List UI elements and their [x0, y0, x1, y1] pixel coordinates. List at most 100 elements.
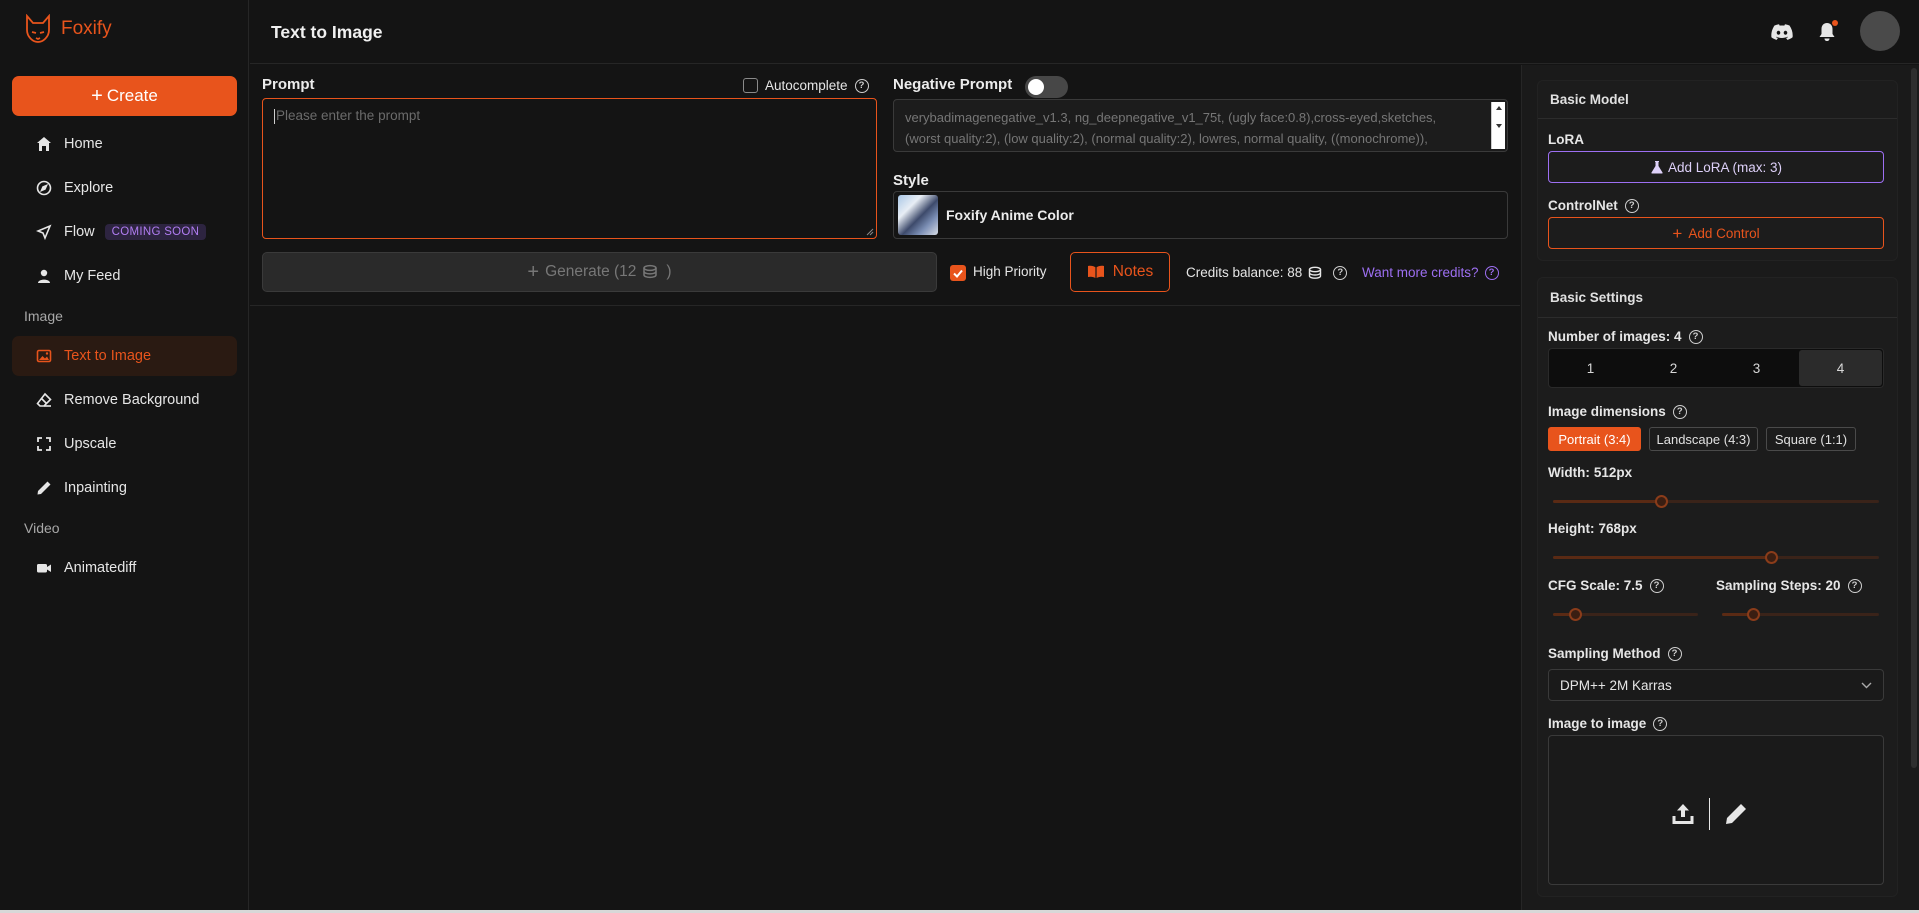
num-images-option-4[interactable]: 4: [1799, 350, 1882, 386]
sidebar-item-remove-background[interactable]: Remove Background: [12, 380, 237, 420]
toggle-knob: [1028, 79, 1044, 95]
num-images-option-1[interactable]: 1: [1549, 349, 1632, 387]
add-lora-button[interactable]: Add LoRA (max: 3): [1548, 151, 1884, 183]
sidebar-item-label: My Feed: [64, 268, 121, 284]
resize-handle-icon[interactable]: [866, 228, 874, 236]
num-images-row: Number of images: 4 ?: [1548, 329, 1703, 344]
help-icon[interactable]: ?: [1649, 578, 1664, 593]
check-icon: [953, 269, 963, 278]
sidebar-item-upscale[interactable]: Upscale: [12, 424, 237, 464]
page-title: Text to Image: [271, 22, 383, 42]
header: Text to Image: [250, 0, 1919, 64]
help-icon[interactable]: ?: [1667, 646, 1682, 661]
sidebar-item-label: Animatediff: [64, 560, 137, 576]
dimension-portrait[interactable]: Portrait (3:4): [1548, 427, 1641, 451]
image-icon: [36, 348, 52, 364]
style-selector[interactable]: Foxify Anime Color: [893, 191, 1508, 239]
dimension-landscape[interactable]: Landscape (4:3): [1649, 427, 1758, 451]
slider-thumb[interactable]: [1655, 495, 1668, 508]
plus-icon: +: [527, 261, 540, 283]
slider-thumb[interactable]: [1569, 608, 1582, 621]
negative-prompt-input[interactable]: verybadimagenegative_v1.3, ng_deepnegati…: [893, 99, 1508, 152]
help-icon[interactable]: ?: [854, 78, 869, 93]
sidebar-item-label: Text to Image: [64, 348, 152, 364]
create-button[interactable]: + Create: [12, 76, 237, 116]
dimensions-label: Image dimensions: [1548, 404, 1666, 419]
avatar[interactable]: [1860, 11, 1900, 51]
close-paren-text: ): [666, 263, 672, 280]
slider-thumb[interactable]: [1765, 551, 1778, 564]
prompt-input[interactable]: Please enter the prompt: [262, 98, 877, 239]
notes-button[interactable]: Notes: [1070, 252, 1170, 292]
upload-actions: [1671, 798, 1748, 830]
slider-thumb[interactable]: [1747, 608, 1760, 621]
sidebar-item-text-to-image[interactable]: Text to Image: [12, 336, 237, 376]
help-icon[interactable]: ?: [1624, 198, 1639, 213]
sidebar-item-label: Inpainting: [64, 480, 127, 496]
sampling-method-label: Sampling Method: [1548, 646, 1661, 661]
bell-icon[interactable]: [1815, 20, 1839, 44]
num-images-label: Number of images: 4: [1548, 329, 1682, 344]
sidebar: Foxify + Create Home Explore Flow COMING…: [0, 0, 249, 910]
want-more-credits-link[interactable]: Want more credits? ?: [1362, 265, 1499, 280]
flask-icon: [1651, 161, 1663, 174]
sidebar-item-my-feed[interactable]: My Feed: [12, 256, 237, 296]
discord-icon[interactable]: [1770, 20, 1794, 44]
compass-icon: [36, 180, 52, 196]
help-icon[interactable]: ?: [1688, 329, 1703, 344]
negative-prompt-label: Negative Prompt: [893, 76, 1013, 93]
cfg-row: CFG Scale: 7.5 ?: [1548, 578, 1664, 593]
credits-balance-label: Credits balance: 88: [1186, 265, 1303, 280]
add-control-button[interactable]: + Add Control: [1548, 217, 1884, 249]
sidebar-item-label: Upscale: [64, 436, 117, 452]
height-slider[interactable]: [1553, 551, 1879, 564]
upload-divider: [1709, 798, 1710, 830]
help-icon[interactable]: ?: [1333, 265, 1348, 280]
logo[interactable]: Foxify: [24, 14, 112, 44]
sidebar-item-animatediff[interactable]: Animatediff: [12, 548, 237, 588]
num-images-option-3[interactable]: 3: [1715, 349, 1798, 387]
textarea-scrollbar[interactable]: [1491, 102, 1505, 149]
width-slider[interactable]: [1553, 495, 1879, 508]
help-icon[interactable]: ?: [1672, 404, 1687, 419]
fox-logo-icon: [26, 14, 50, 43]
generate-button[interactable]: + Generate (12 ): [262, 252, 937, 292]
help-icon[interactable]: ?: [1847, 578, 1862, 593]
image-upload-area[interactable]: [1548, 735, 1884, 885]
coins-icon: [1309, 266, 1322, 279]
want-more-credits-label: Want more credits?: [1362, 265, 1479, 280]
sampling-method-select[interactable]: DPM++ 2M Karras: [1548, 669, 1884, 701]
autocomplete-label: Autocomplete: [765, 78, 848, 93]
upload-icon[interactable]: [1671, 802, 1695, 826]
help-icon[interactable]: ?: [1653, 716, 1668, 731]
high-priority-checkbox[interactable]: [950, 265, 966, 281]
sidebar-item-inpainting[interactable]: Inpainting: [12, 468, 237, 508]
num-images-option-2[interactable]: 2: [1632, 349, 1715, 387]
steps-slider[interactable]: [1722, 608, 1879, 621]
section-label-image: Image: [24, 308, 63, 324]
app-root: Foxify + Create Home Explore Flow COMING…: [0, 0, 1919, 913]
app-name: Foxify: [61, 18, 112, 39]
sidebar-item-label: Flow: [64, 224, 95, 240]
expand-icon: [36, 436, 52, 452]
pencil-icon[interactable]: [1724, 802, 1748, 826]
sidebar-item-explore[interactable]: Explore: [12, 168, 237, 208]
sampling-method-row: Sampling Method ?: [1548, 646, 1682, 661]
sidebar-item-label: Explore: [64, 180, 114, 196]
sidebar-item-flow[interactable]: Flow COMING SOON: [12, 212, 237, 252]
help-icon[interactable]: ?: [1484, 265, 1499, 280]
style-label: Style: [893, 172, 929, 189]
img2img-row: Image to image ?: [1548, 716, 1668, 731]
negative-prompt-toggle[interactable]: [1025, 76, 1068, 98]
dimension-square[interactable]: Square (1:1): [1766, 427, 1856, 451]
video-icon: [36, 560, 52, 576]
cfg-slider[interactable]: [1553, 608, 1698, 621]
plus-icon: +: [91, 85, 103, 107]
eraser-icon: [36, 392, 52, 408]
autocomplete-row: Autocomplete ?: [743, 78, 869, 93]
panel-scrollbar[interactable]: [1911, 68, 1917, 768]
sidebar-item-home[interactable]: Home: [12, 124, 237, 164]
height-row: Height: 768px: [1548, 521, 1637, 536]
autocomplete-checkbox[interactable]: [743, 78, 758, 93]
divider: [250, 305, 1520, 306]
